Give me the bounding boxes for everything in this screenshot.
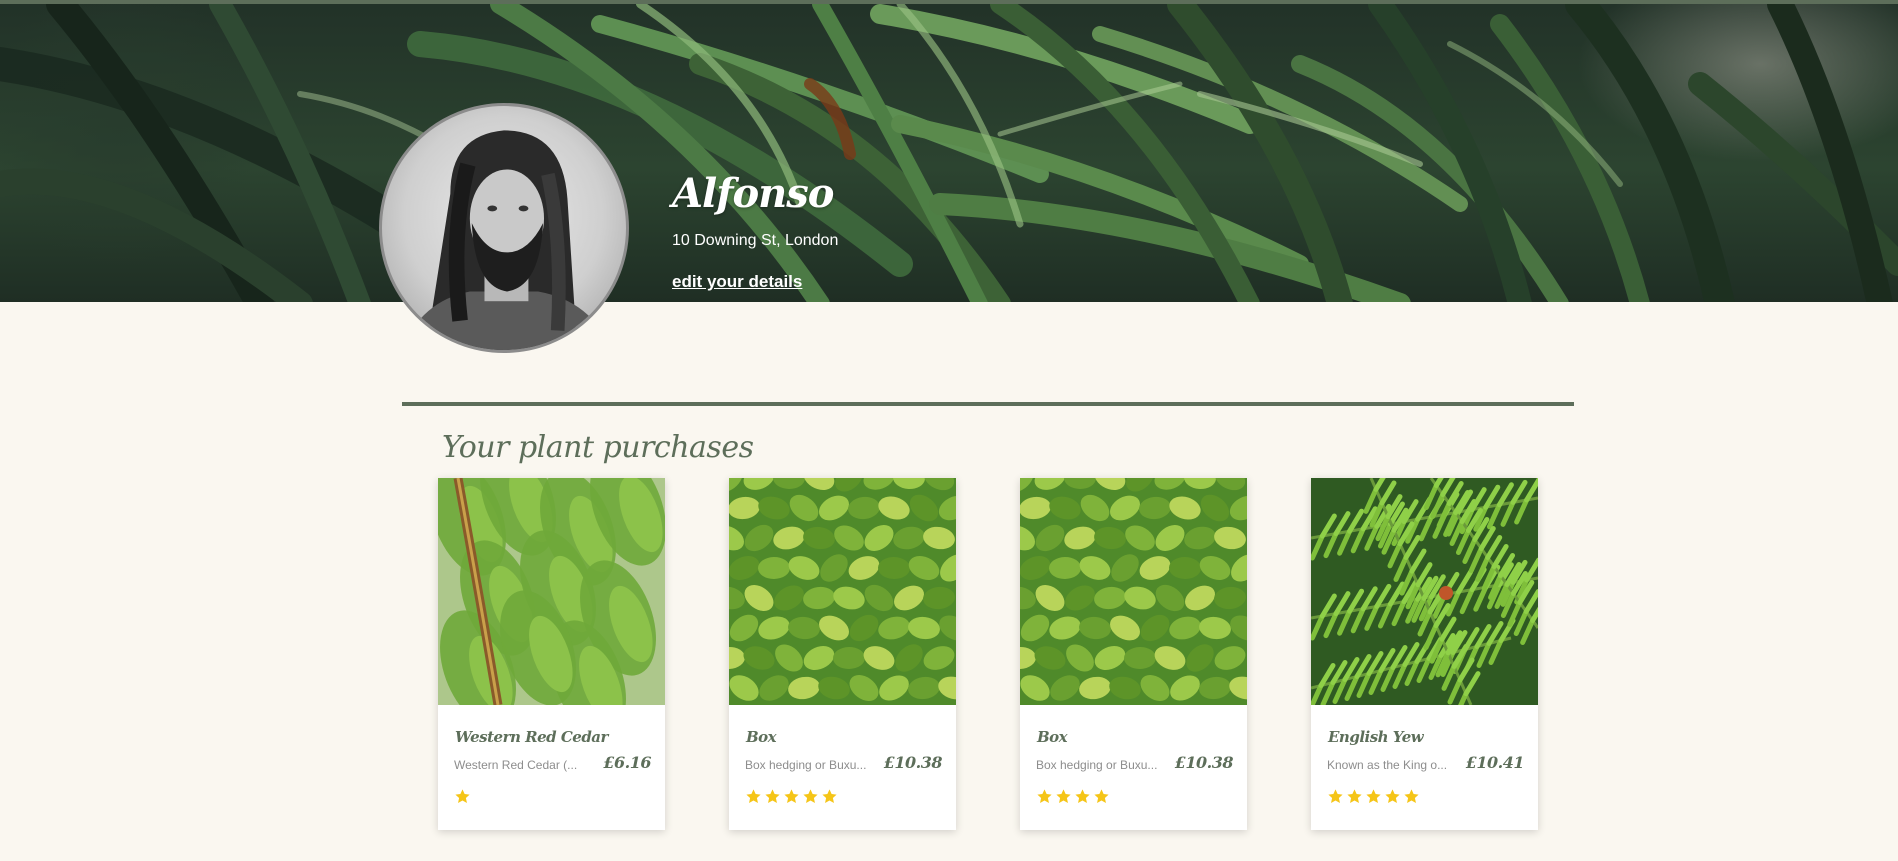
section-title: Your plant purchases: [442, 430, 754, 465]
yew-needles-icon: [1311, 478, 1538, 705]
plant-image[interactable]: [438, 478, 665, 705]
plant-image[interactable]: [1020, 478, 1247, 705]
profile-address: 10 Downing St, London: [672, 232, 839, 249]
plant-price: £10.38: [1174, 753, 1234, 772]
purchase-card[interactable]: Western Red Cedar Western Red Cedar (... £…: [438, 478, 665, 830]
star-icon: [1366, 789, 1381, 803]
plant-price: £10.41: [1465, 753, 1525, 772]
plant-image[interactable]: [729, 478, 956, 705]
star-icon: [1075, 789, 1090, 803]
plant-description: Box hedging or Buxu...: [1036, 758, 1158, 772]
star-icon: [1056, 789, 1071, 803]
purchase-card[interactable]: Box Box hedging or Buxu... £10.38: [1020, 478, 1247, 830]
star-icon: [1347, 789, 1362, 803]
star-icon: [746, 789, 761, 803]
purchase-card[interactable]: Box Box hedging or Buxu... £10.38: [729, 478, 956, 830]
star-icon: [1094, 789, 1109, 803]
star-icon: [1404, 789, 1419, 803]
plant-name: Box: [746, 728, 777, 746]
plant-description: Box hedging or Buxu...: [745, 758, 867, 772]
palm-leaves-background: [0, 4, 1898, 302]
plant-description: Known as the King o...: [1327, 758, 1448, 772]
star-icon: [1385, 789, 1400, 803]
rating-stars: [1327, 788, 1420, 805]
star-icon: [455, 789, 470, 803]
star-icon: [803, 789, 818, 803]
profile-banner: [0, 0, 1898, 302]
plant-description: Western Red Cedar (...: [454, 758, 578, 772]
person-portrait-icon: [401, 130, 612, 350]
purchase-card[interactable]: English Yew Known as the King o... £10.41: [1311, 478, 1538, 830]
section-divider: [402, 402, 1574, 406]
rating-stars: [1036, 788, 1110, 805]
profile-name: Alfonso: [672, 170, 834, 217]
star-icon: [765, 789, 780, 803]
plant-price: £6.16: [603, 753, 651, 772]
plant-name: Western Red Cedar: [455, 728, 608, 746]
plant-price: £10.38: [883, 753, 943, 772]
cedar-foliage-icon: [438, 478, 665, 705]
star-icon: [1328, 789, 1343, 803]
star-icon: [784, 789, 799, 803]
rating-stars: [745, 788, 838, 805]
box-shrub-icon: [1020, 478, 1247, 705]
box-shrub-icon: [729, 478, 956, 705]
star-icon: [1037, 789, 1052, 803]
profile-avatar: [379, 103, 629, 353]
plant-image[interactable]: [1311, 478, 1538, 705]
plant-name: English Yew: [1328, 728, 1424, 746]
star-icon: [822, 789, 837, 803]
plant-name: Box: [1037, 728, 1068, 746]
rating-stars: [454, 788, 471, 805]
edit-details-link[interactable]: edit your details: [672, 272, 802, 292]
